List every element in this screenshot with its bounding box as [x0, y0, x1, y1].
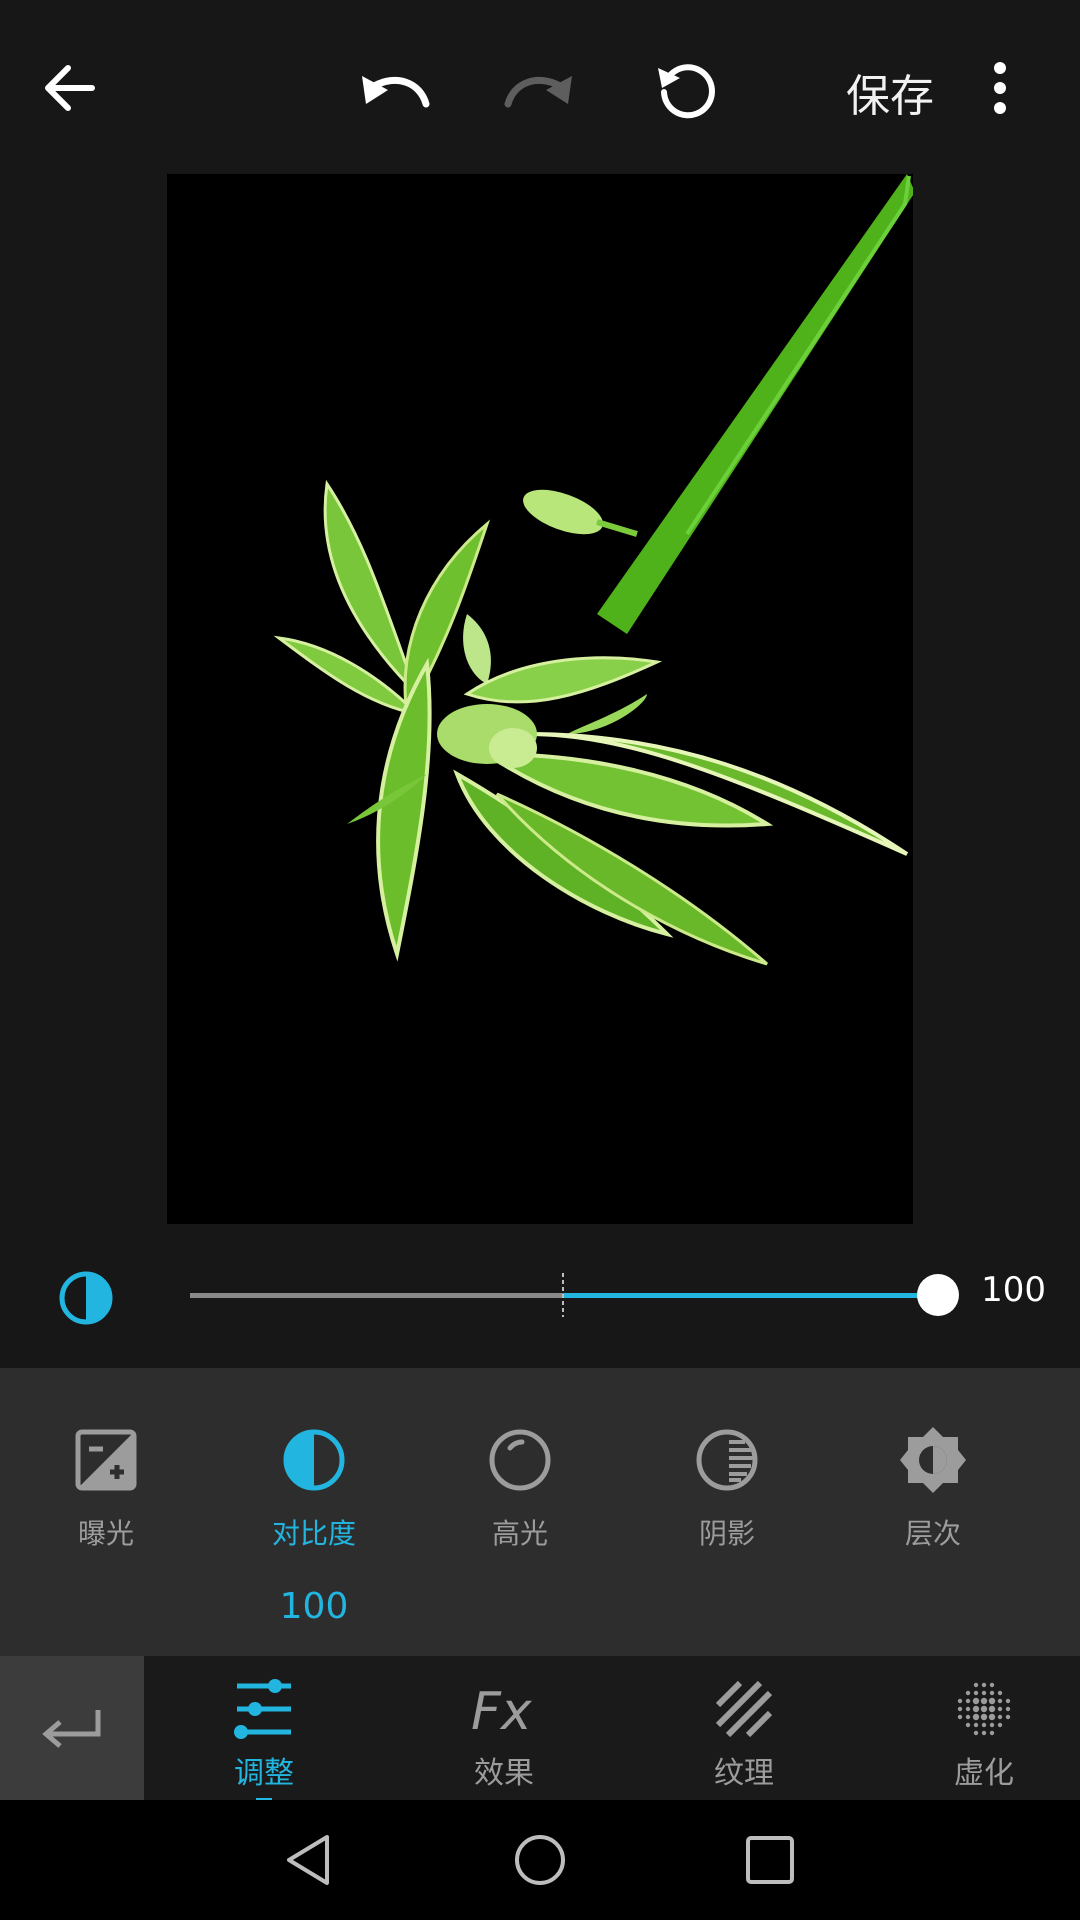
tab-blur[interactable]: 虚化 — [884, 1674, 1080, 1792]
tool-label: 曝光 — [77, 1517, 134, 1550]
blur-dot — [973, 1690, 979, 1696]
blur-dot — [965, 1698, 971, 1704]
system-nav-bar — [0, 1800, 1080, 1920]
tool-label: 高光 — [491, 1517, 548, 1550]
blur-dot — [957, 1698, 963, 1704]
arrow-left-icon — [45, 65, 95, 111]
back-button[interactable] — [28, 46, 112, 130]
slider-thumb[interactable] — [917, 1274, 959, 1316]
slider-center-mark — [562, 1273, 564, 1317]
photo-preview[interactable] — [167, 174, 913, 1224]
slider-fill — [564, 1293, 938, 1298]
tab-adjust[interactable]: 调整 — [164, 1674, 364, 1792]
shadow-icon — [696, 1429, 758, 1491]
blur-dot — [1005, 1698, 1011, 1704]
circle-home-icon — [515, 1835, 565, 1885]
blur-dot — [965, 1722, 971, 1728]
blur-dot — [988, 1713, 996, 1721]
blur-dot — [989, 1722, 995, 1728]
tab-label: 效果 — [474, 1756, 534, 1791]
blur-dot — [989, 1690, 995, 1696]
tab-texture[interactable]: 纹理 — [644, 1674, 844, 1792]
blur-dot — [972, 1705, 980, 1713]
blur-dot — [1005, 1714, 1011, 1720]
nav-home-button[interactable] — [504, 1824, 576, 1896]
exposure-icon — [75, 1429, 137, 1491]
highlight-icon — [489, 1429, 551, 1491]
svg-text:Fx: Fx — [471, 1682, 533, 1739]
tool-label: 阴影 — [698, 1517, 755, 1550]
blur-dot — [989, 1730, 995, 1736]
triangle-back-icon — [287, 1835, 329, 1885]
tab-label: 虚化 — [954, 1756, 1014, 1791]
more-vertical-icon — [994, 62, 1006, 114]
top-toolbar: 保存 — [0, 0, 1080, 172]
plant-photo — [273, 174, 913, 966]
redo-icon — [504, 76, 572, 108]
blur-dot — [957, 1714, 963, 1720]
blur-dot — [981, 1690, 987, 1696]
tool-highlight[interactable]: 高光 — [430, 1420, 610, 1552]
blur-dot — [972, 1713, 980, 1721]
blur-dot — [965, 1706, 971, 1712]
more-options-button[interactable] — [958, 46, 1042, 130]
blur-dot — [980, 1705, 988, 1713]
adjustment-slider-row: 100 — [0, 1224, 1080, 1368]
blur-dot — [1005, 1706, 1011, 1712]
undo-button[interactable] — [352, 46, 436, 130]
return-button[interactable] — [0, 1656, 144, 1800]
blur-dot — [988, 1697, 996, 1705]
tool-label: 层次 — [904, 1517, 961, 1550]
undo-icon — [362, 76, 430, 108]
redo-button[interactable] — [498, 46, 582, 130]
adjust-icon — [234, 1679, 291, 1739]
blur-icon — [957, 1682, 1011, 1736]
tool-contrast-value: 100 — [279, 1586, 349, 1627]
save-button[interactable]: 保存 — [846, 60, 934, 124]
tool-shadow[interactable]: 阴影 — [637, 1420, 817, 1552]
square-recents-icon — [746, 1836, 794, 1884]
tab-effects[interactable]: Fx 效果 — [404, 1674, 604, 1792]
blur-dot — [981, 1730, 987, 1736]
blur-dot — [997, 1722, 1003, 1728]
blur-dot — [957, 1706, 963, 1712]
slider-value: 100 — [981, 1270, 1046, 1310]
tool-exposure[interactable]: 曝光 — [16, 1420, 196, 1552]
tab-label: 纹理 — [714, 1756, 774, 1791]
tab-label: 调整 — [234, 1756, 294, 1791]
adjust-tools-panel: 曝光 对比度 100 高光 阴影 层次 — [0, 1368, 1080, 1656]
blur-dot — [965, 1714, 971, 1720]
contrast-icon — [283, 1429, 345, 1491]
blur-dot — [980, 1713, 988, 1721]
blur-dot — [988, 1705, 996, 1713]
fx-icon: Fx — [471, 1682, 533, 1739]
blur-dot — [973, 1682, 979, 1688]
tool-contrast[interactable]: 对比度 — [224, 1420, 404, 1552]
contrast-icon — [59, 1271, 113, 1325]
blur-dot — [972, 1697, 980, 1705]
reset-button[interactable] — [644, 46, 728, 130]
blur-dot — [997, 1706, 1003, 1712]
blur-dot — [981, 1722, 987, 1728]
blur-dot — [997, 1690, 1003, 1696]
structure-icon — [900, 1427, 966, 1493]
blur-dot — [981, 1682, 987, 1688]
blur-dot — [997, 1714, 1003, 1720]
tool-structure[interactable]: 层次 — [843, 1420, 1023, 1552]
contrast-slider[interactable] — [190, 1273, 959, 1317]
bottom-tab-bar: 调整 Fx 效果 纹理 虚化 — [0, 1656, 1080, 1801]
return-icon — [42, 1710, 101, 1748]
tool-label: 对比度 — [271, 1517, 356, 1550]
nav-recents-button[interactable] — [734, 1824, 806, 1896]
blur-dot — [973, 1730, 979, 1736]
texture-icon — [715, 1680, 773, 1738]
blur-dot — [980, 1697, 988, 1705]
nav-back-button[interactable] — [272, 1824, 344, 1896]
blur-dot — [989, 1682, 995, 1688]
blur-dot — [997, 1698, 1003, 1704]
reset-icon — [658, 64, 715, 119]
blur-dot — [973, 1722, 979, 1728]
blur-dot — [965, 1690, 971, 1696]
